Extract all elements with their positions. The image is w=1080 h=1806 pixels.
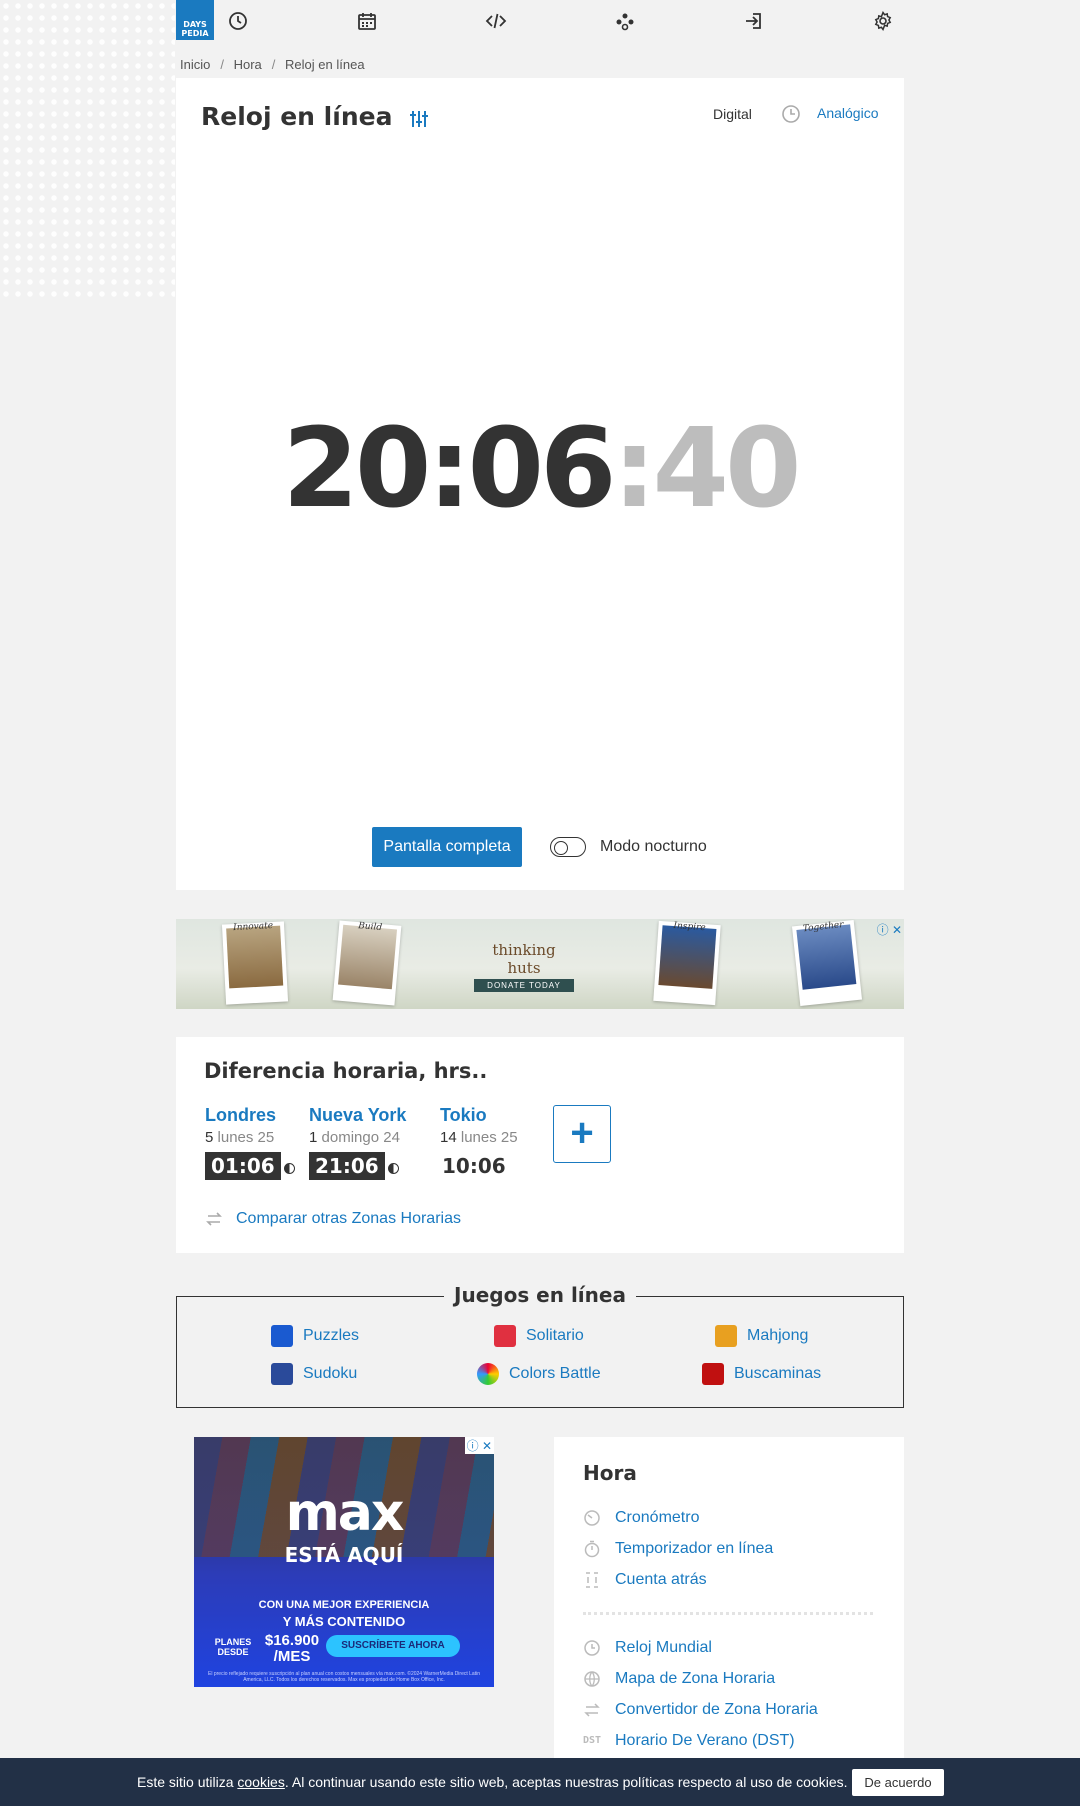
mode-digital-option[interactable]: Digital [713, 106, 752, 122]
convert-icon [206, 1212, 222, 1226]
moon-icon [387, 1163, 399, 1175]
sidebar-item-reloj-mundial[interactable]: Reloj Mundial [583, 1639, 712, 1657]
clock-hours-minutes: 20:06 [282, 404, 616, 532]
timezone-title: Diferencia horaria, hrs.. [204, 1059, 488, 1083]
sidebar-title: Hora [583, 1461, 637, 1485]
city-time: 21:06 [309, 1152, 385, 1180]
network-icon[interactable] [614, 10, 636, 32]
sidebar-divider [583, 1612, 873, 1615]
puzzle-icon [271, 1325, 293, 1347]
night-mode-toggle[interactable] [550, 837, 586, 857]
city-londres[interactable]: Londres 5 lunes 25 01:06 [205, 1105, 295, 1180]
sidebar-item-mapa-zona[interactable]: Mapa de Zona Horaria [583, 1670, 775, 1688]
cookies-link[interactable]: cookies [237, 1774, 284, 1790]
moon-icon [283, 1163, 295, 1175]
breadcrumb-home[interactable]: Inicio [180, 57, 210, 72]
add-city-button[interactable]: + [553, 1105, 611, 1163]
grid-icon [271, 1363, 293, 1385]
game-buscaminas[interactable]: Buscaminas [702, 1363, 821, 1385]
ad-photo: Build [332, 920, 402, 1006]
heart-card-icon [494, 1325, 516, 1347]
max-ad[interactable]: max ESTÁ AQUÍ CON UNA MEJOR EXPERIENCIA … [194, 1437, 494, 1687]
mode-analog-option[interactable]: Analógico [817, 105, 879, 121]
city-time: 10:06 [442, 1154, 506, 1178]
digital-clock-display: 20:06:40 [176, 408, 904, 528]
fullscreen-button[interactable]: Pantalla completa [372, 827, 522, 867]
ad-photo: Innovate [221, 921, 289, 1005]
clock-card: Reloj en línea Digital Analógico 20:06:4… [176, 78, 904, 890]
color-wheel-icon [477, 1363, 499, 1385]
games-title: Juegos en línea [444, 1283, 636, 1307]
sidebar-item-convertidor[interactable]: Convertidor de Zona Horaria [583, 1701, 818, 1719]
timer-icon [584, 1540, 600, 1558]
clock-seconds: :40 [612, 404, 802, 532]
sidebar-hora: Hora Cronómetro Temporizador en línea Cu… [554, 1437, 904, 1767]
mine-icon [702, 1363, 724, 1385]
stopwatch-icon [584, 1510, 600, 1526]
clock-icon[interactable] [227, 10, 249, 32]
ad-line: CON UNA MEJOR EXPERIENCIA [258, 1599, 430, 1611]
sidebar-item-cronometro[interactable]: Cronómetro [583, 1509, 699, 1527]
game-puzzles[interactable]: Puzzles [271, 1325, 359, 1347]
login-icon[interactable] [743, 10, 765, 32]
site-logo[interactable]: DAYS PEDIA [176, 0, 214, 40]
ad-close-icon[interactable]: ⓘ ✕ [877, 921, 902, 938]
ad-fine-print: El precio reflejado requiere suscripción… [208, 1671, 480, 1683]
convert-icon [584, 1703, 600, 1717]
cookie-text: Este sitio utiliza cookies. Al continuar… [137, 1774, 848, 1790]
ad-line: Y MÁS CONTENIDO [282, 1614, 406, 1629]
clock-mode-icon[interactable] [781, 104, 801, 124]
gear-icon[interactable] [872, 10, 894, 32]
game-solitario[interactable]: Solitario [494, 1325, 584, 1347]
ad-photo: Inspire [653, 920, 721, 1006]
banner-ad[interactable]: Innovate Build thinking huts DONATE TODA… [176, 919, 904, 1009]
ad-plans: PLANES DESDE [214, 1637, 252, 1657]
dst-icon: DST [583, 1735, 602, 1746]
game-sudoku[interactable]: Sudoku [271, 1363, 357, 1385]
background-dots [0, 0, 175, 300]
city-time: 01:06 [205, 1152, 281, 1180]
clock-icon [584, 1640, 600, 1656]
ad-brand: thinking huts DONATE TODAY [474, 941, 574, 992]
timezone-card: Diferencia horaria, hrs.. Londres 5 lune… [176, 1037, 904, 1253]
mahjong-tile-icon [715, 1325, 737, 1347]
city-nueva-york[interactable]: Nueva York 1 domingo 24 21:06 [309, 1105, 406, 1180]
ad-price: $16.900 /MES [264, 1632, 320, 1665]
countdown-icon [586, 1572, 598, 1588]
ad-headline: ESTÁ AQUÍ [284, 1543, 404, 1567]
games-box: Juegos en línea Puzzles Solitario Mahjon… [176, 1283, 904, 1408]
sidebar-item-temporizador[interactable]: Temporizador en línea [583, 1540, 773, 1558]
ad-close-icon[interactable]: ⓘ ✕ [464, 1437, 494, 1454]
ad-photo: Together [791, 919, 863, 1007]
sidebar-item-cuenta-atras[interactable]: Cuenta atrás [583, 1571, 707, 1589]
ad-cta-button[interactable]: SUSCRÍBETE AHORA [326, 1635, 460, 1657]
night-mode-label: Modo nocturno [600, 838, 707, 855]
breadcrumb-hora[interactable]: Hora [234, 57, 262, 72]
top-nav: DAYS PEDIA [176, 0, 904, 40]
sidebar-item-dst[interactable]: DST Horario De Verano (DST) [583, 1732, 795, 1750]
game-mahjong[interactable]: Mahjong [715, 1325, 808, 1347]
cookie-bar: Este sitio utiliza cookies. Al continuar… [0, 1758, 1080, 1806]
breadcrumb-current: Reloj en línea [285, 57, 365, 72]
page-title: Reloj en línea [201, 102, 393, 131]
calendar-icon[interactable] [356, 10, 378, 32]
code-icon[interactable] [485, 10, 507, 32]
breadcrumb: Inicio / Hora / Reloj en línea [180, 57, 365, 72]
settings-sliders-icon[interactable] [408, 108, 430, 130]
compare-timezones-link[interactable]: Comparar otras Zonas Horarias [204, 1209, 461, 1229]
city-tokio[interactable]: Tokio 14 lunes 25 10:06 [440, 1105, 518, 1180]
game-colors-battle[interactable]: Colors Battle [477, 1363, 601, 1385]
max-logo: max [285, 1483, 405, 1543]
accept-cookies-button[interactable]: De acuerdo [852, 1769, 944, 1796]
globe-icon [584, 1671, 600, 1687]
